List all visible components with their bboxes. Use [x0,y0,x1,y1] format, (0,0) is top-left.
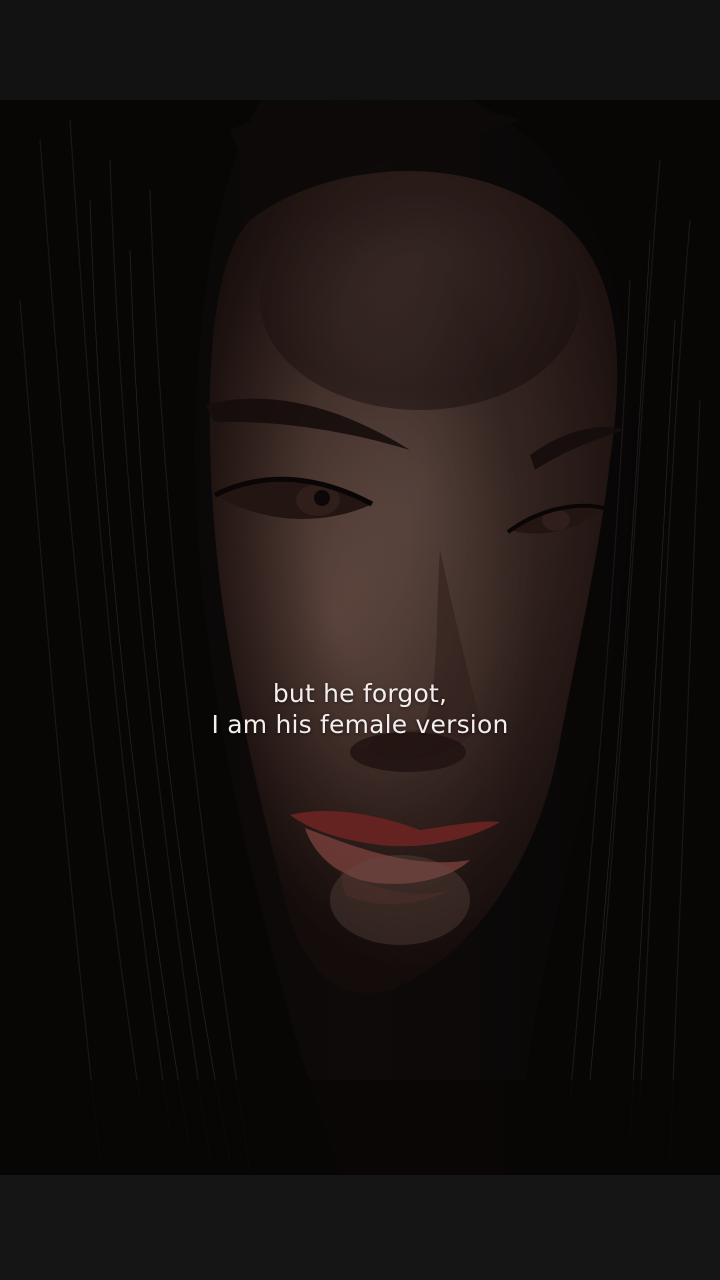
photo-dim-overlay [0,100,720,1175]
caption-line-2: I am his female version [211,710,509,739]
bottom-letterbox [0,1175,720,1280]
reel-caption: but he forgot, I am his female version [0,678,720,740]
portrait-photo [0,100,720,1175]
caption-line-1: but he forgot, [272,679,448,708]
top-letterbox [0,0,720,100]
reel-viewer: but he forgot, I am his female version [0,0,720,1280]
